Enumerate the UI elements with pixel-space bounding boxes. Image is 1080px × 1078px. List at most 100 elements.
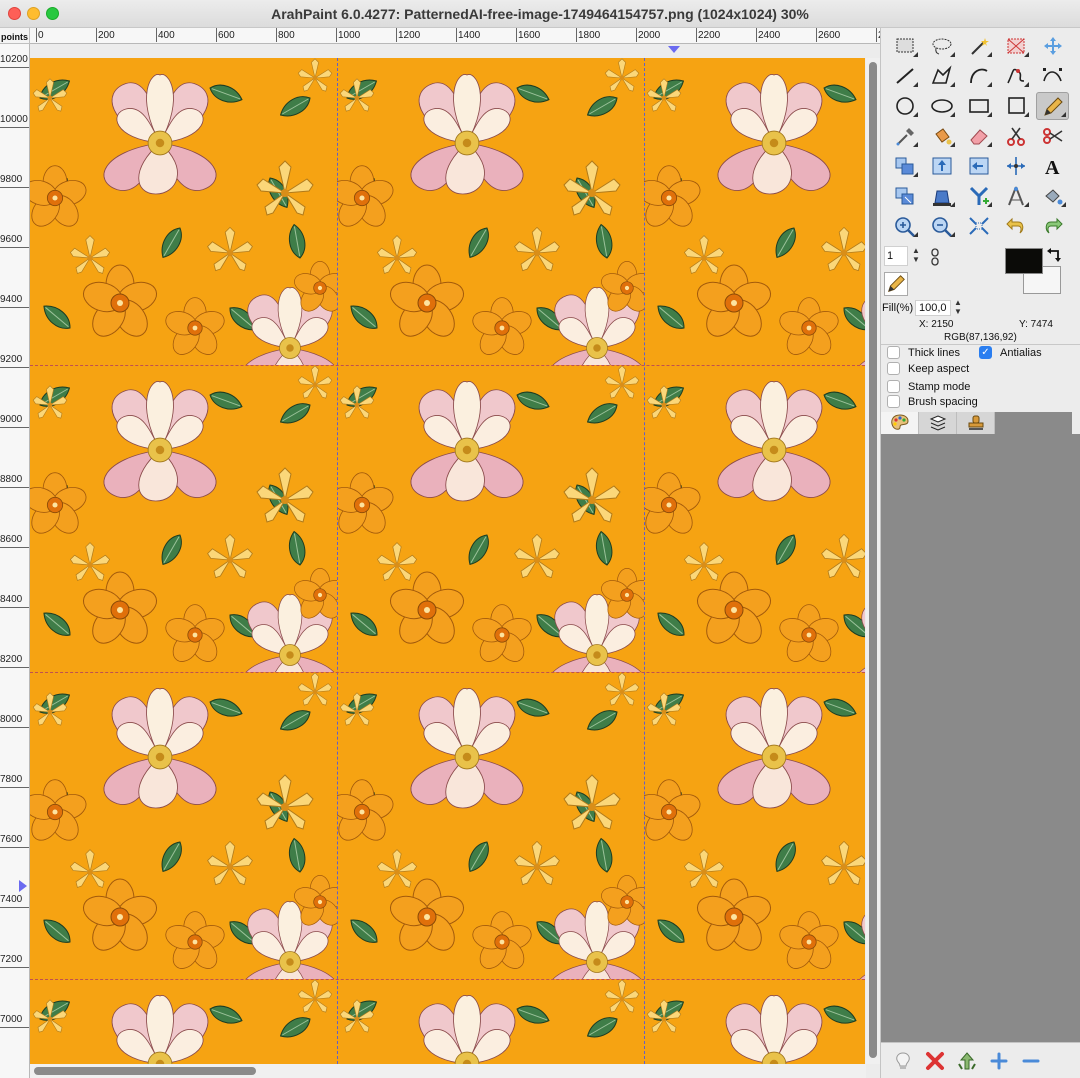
y-split-icon <box>969 186 989 205</box>
transform-tool-button[interactable] <box>888 152 921 180</box>
bucket-tool-button[interactable] <box>925 122 958 150</box>
cursor-x-readout: X: 2150 <box>919 319 954 330</box>
fill-icon <box>1044 189 1062 205</box>
h-ruler-label: 1200 <box>398 30 421 41</box>
horizontal-ruler[interactable]: 0 200 400 600 800 1000 1200 1400 1600 1800 2000 220… <box>30 28 880 44</box>
cut-tool-button[interactable] <box>1036 122 1069 150</box>
fill-percent-label: Fill(%) <box>882 302 914 314</box>
tile-boundary-horizontal <box>30 365 865 366</box>
v-ruler-label: 7400 <box>0 894 23 905</box>
fill-percent-field[interactable]: 100,0 <box>915 300 951 316</box>
add-button[interactable] <box>986 1049 1012 1073</box>
h-ruler-label: 2400 <box>758 30 781 41</box>
panel-divider <box>881 344 1080 345</box>
v-ruler-label: 9400 <box>0 294 23 305</box>
keep-aspect-option[interactable]: Keep aspect <box>887 362 969 375</box>
scissors-tool-button[interactable] <box>999 122 1032 150</box>
undo-tool-button[interactable] <box>999 212 1032 240</box>
foreground-color-swatch[interactable] <box>1005 248 1043 274</box>
h-ruler-label: 2600 <box>818 30 841 41</box>
rect-select-icon <box>896 38 913 53</box>
antialias-checkbox[interactable]: ✓ <box>979 346 992 359</box>
bezier-tool-button[interactable] <box>1036 62 1069 90</box>
rectangle-tool-button[interactable] <box>962 92 995 120</box>
v-ruler-label: 8400 <box>0 594 23 605</box>
lasso-tool-button[interactable] <box>925 32 958 60</box>
vertical-ruler[interactable]: 10200 10000 9800 9600 9400 9200 9000 8800 8600 84… <box>0 44 30 1078</box>
eraser-tool-button[interactable] <box>962 122 995 150</box>
chain-link-icon[interactable] <box>930 248 940 266</box>
stamp-mode-checkbox[interactable] <box>887 380 900 393</box>
crop-tool-button[interactable] <box>999 32 1032 60</box>
repeat-tool-button[interactable] <box>999 152 1032 180</box>
horizontal-scroll-thumb[interactable] <box>34 1067 256 1075</box>
tab-palette[interactable] <box>881 412 919 434</box>
merge-button[interactable] <box>954 1049 980 1073</box>
redo-tool-button[interactable] <box>1036 212 1069 240</box>
line-width-field[interactable]: 1 <box>884 246 908 266</box>
antialias-label: Antialias <box>1000 346 1042 359</box>
line-icon <box>895 68 914 84</box>
remove-button[interactable] <box>1018 1049 1044 1073</box>
svg-text:A: A <box>1045 157 1060 177</box>
fit-icon <box>968 217 989 235</box>
image-canvas[interactable] <box>30 58 865 1064</box>
tile-boundary-vertical <box>337 58 338 1064</box>
scissors-icon <box>1006 127 1025 146</box>
delete-button[interactable] <box>922 1049 948 1073</box>
tab-stamp[interactable] <box>957 412 995 434</box>
vertical-scrollbar[interactable] <box>866 58 880 1064</box>
keep-aspect-checkbox[interactable] <box>887 362 900 375</box>
stamp-mode-option[interactable]: Stamp mode <box>887 380 970 393</box>
merge-icon <box>958 1052 976 1070</box>
polyline-tool-button[interactable] <box>925 62 958 90</box>
v-ruler-label: 9200 <box>0 354 23 365</box>
eyedropper-tool-button[interactable] <box>888 122 921 150</box>
ellipse-tool-button[interactable] <box>925 92 958 120</box>
flip-horizontal-tool-button[interactable] <box>962 152 995 180</box>
text-tool-button[interactable]: A <box>1036 152 1069 180</box>
stamp-tool-button[interactable] <box>925 182 958 210</box>
swap-colors-icon[interactable] <box>1046 248 1062 264</box>
flip-vertical-tool-button[interactable] <box>925 152 958 180</box>
horizontal-position-marker <box>668 46 680 53</box>
duplicate-tool-button[interactable] <box>888 182 921 210</box>
thick-lines-checkbox[interactable] <box>887 346 900 359</box>
zoom-in-tool-button[interactable] <box>888 212 921 240</box>
lightbulb-button[interactable] <box>890 1049 916 1073</box>
bucket-icon <box>934 128 951 145</box>
fill-tool-button[interactable] <box>1036 182 1069 210</box>
fill-percent-stepper[interactable]: ▲ ▼ <box>952 298 964 318</box>
compass-tool-button[interactable] <box>999 182 1032 210</box>
brush-preview[interactable] <box>884 272 908 296</box>
v-ruler-label: 10200 <box>0 54 28 65</box>
move-tool-button[interactable] <box>1036 32 1069 60</box>
pencil-tool-button[interactable] <box>1036 92 1069 120</box>
tab-layers[interactable] <box>919 412 957 434</box>
thick-lines-option[interactable]: Thick lines <box>887 346 960 359</box>
circle-tool-button[interactable] <box>888 92 921 120</box>
brush-spacing-checkbox[interactable] <box>887 395 900 408</box>
fit-tool-button[interactable] <box>962 212 995 240</box>
window-title: ArahPaint 6.0.4277: PatternedAI-free-ima… <box>271 6 809 22</box>
line-width-stepper[interactable]: ▲ ▼ <box>909 246 923 266</box>
vertical-scroll-thumb[interactable] <box>869 62 877 1058</box>
ellipse-icon <box>930 99 953 113</box>
text-icon: A <box>1045 157 1060 177</box>
floral-pattern-image <box>30 58 865 1064</box>
zoom-out-tool-button[interactable] <box>925 212 958 240</box>
magic-wand-tool-button[interactable] <box>962 32 995 60</box>
horizontal-scrollbar[interactable] <box>30 1064 866 1078</box>
square-tool-button[interactable] <box>999 92 1032 120</box>
antialias-option[interactable]: ✓ Antialias <box>979 346 1042 359</box>
rect-select-tool-button[interactable] <box>888 32 921 60</box>
line-tool-button[interactable] <box>888 62 921 90</box>
stamp-mode-label: Stamp mode <box>908 380 971 393</box>
stamp-icon <box>932 190 951 206</box>
ruler-corner[interactable]: points <box>0 28 30 44</box>
freehand-curve-tool-button[interactable] <box>999 62 1032 90</box>
curve-tool-button[interactable] <box>962 62 995 90</box>
brush-spacing-option[interactable]: Brush spacing <box>887 395 978 408</box>
cursor-y-readout: Y: 7474 <box>1019 319 1053 330</box>
y-split-tool-button[interactable] <box>962 182 995 210</box>
